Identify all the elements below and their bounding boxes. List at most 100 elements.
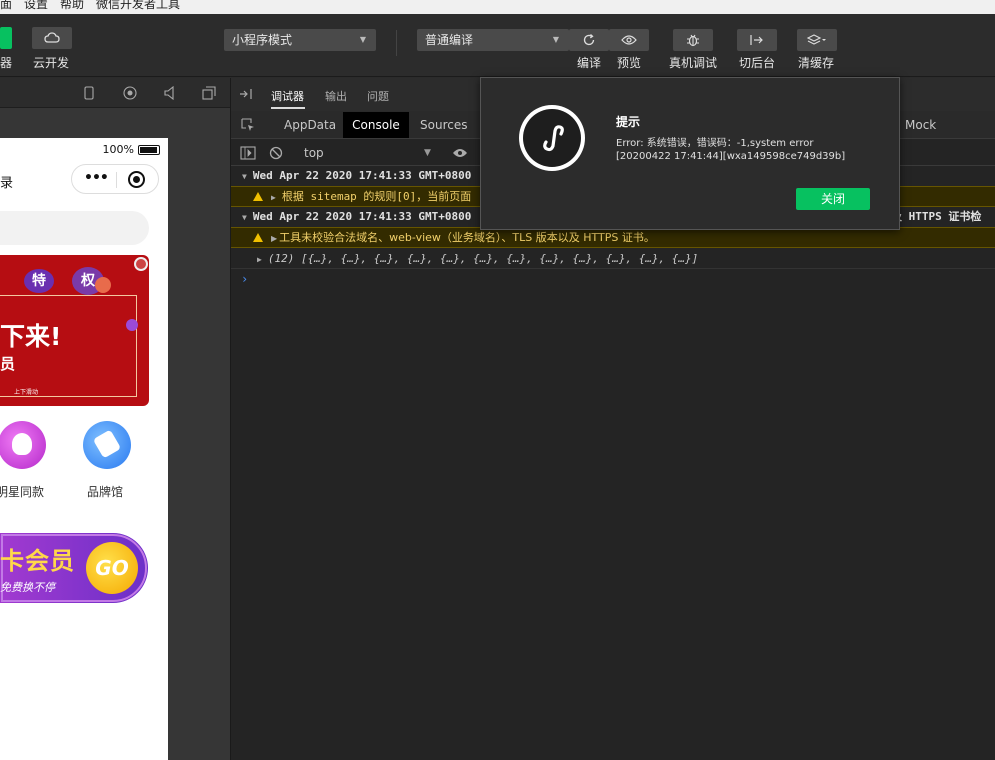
go-button[interactable]: GO xyxy=(86,542,138,594)
close-miniprogram-icon[interactable] xyxy=(128,171,145,188)
chevron-down-icon[interactable]: ▼ xyxy=(424,148,431,158)
inspect-icon[interactable] xyxy=(241,118,255,132)
dock-icon[interactable] xyxy=(239,88,253,100)
expand-triangle-icon[interactable]: ▶ xyxy=(257,255,262,264)
banner-subline: 员 xyxy=(0,355,16,373)
tab-output[interactable]: 输出 xyxy=(325,88,347,104)
expand-triangle-icon[interactable]: ▶ xyxy=(271,234,277,243)
menu-bar: 面 设置 帮助 微信开发者工具 xyxy=(0,0,995,14)
tab-appdata[interactable]: AppData xyxy=(284,118,336,132)
nav-title: 录 xyxy=(0,176,14,191)
more-icon[interactable]: ••• xyxy=(84,170,109,186)
sidebar-toggle-icon[interactable] xyxy=(240,146,256,160)
mode-select-value: 小程序模式 xyxy=(232,33,293,47)
preview-button[interactable] xyxy=(609,29,649,51)
cloud-dev-label: 云开发 xyxy=(33,56,70,70)
warning-icon xyxy=(253,233,263,242)
banner-tag-te: 特 xyxy=(24,269,54,293)
clear-cache-button[interactable] xyxy=(797,29,837,51)
devtools-window: 面 设置 帮助 微信开发者工具 器 云开发 小程序模式 ▼ 普通编译 ▼ 编译 … xyxy=(0,0,995,760)
clear-cache-label: 清缓存 xyxy=(798,56,835,70)
clear-console-icon[interactable] xyxy=(269,146,283,160)
error-dialog: 提示 Error: 系统错误，错误码：-1,system error [2020… xyxy=(480,77,900,230)
badge-icon xyxy=(12,433,32,455)
log-text: 根据 sitemap 的规则[0]，当前页面 xyxy=(281,190,472,203)
cloud-icon xyxy=(44,32,60,43)
log-warning[interactable]: ▶ 工具未校验合法域名、web-view（业务域名）、TLS 版本以及 HTTPS… xyxy=(231,227,995,248)
menu-item-devtools[interactable]: 微信开发者工具 xyxy=(96,0,180,12)
active-tab-indicator xyxy=(271,107,305,109)
collapse-triangle-icon[interactable]: ▼ xyxy=(242,213,247,222)
compile-label: 编译 xyxy=(577,56,602,70)
compile-button[interactable] xyxy=(569,29,609,51)
log-text: Wed Apr 22 2020 17:41:33 GMT+0800 xyxy=(252,210,472,223)
simulator-toggle-button[interactable] xyxy=(0,27,12,49)
promo-banner[interactable]: 特 权 下来! 员 上下滑动 xyxy=(0,255,149,406)
record-icon[interactable] xyxy=(123,86,137,100)
brand-hall-icon[interactable] xyxy=(83,421,131,469)
toolbar: 器 云开发 小程序模式 ▼ 普通编译 ▼ 编译 预览 真机调试 切后台 清缓存 xyxy=(0,14,995,77)
tab-issues[interactable]: 问题 xyxy=(367,88,389,104)
member-title: 卡会员 xyxy=(0,547,75,575)
compile-select-value: 普通编译 xyxy=(425,33,474,47)
preview-label: 预览 xyxy=(617,56,642,70)
member-banner[interactable]: 卡会员 免费换不停 GO xyxy=(0,533,148,603)
decoration-ball-icon xyxy=(134,257,148,271)
battery-percentage: 100% xyxy=(102,143,134,156)
miniprogram-logo xyxy=(519,105,585,171)
brand-hall-label: 品牌馆 xyxy=(87,485,124,499)
menu-item-help[interactable]: 帮助 xyxy=(60,0,84,12)
log-text-overflow: 及 HTTPS 证书检 xyxy=(891,210,982,223)
live-expression-eye-icon[interactable] xyxy=(452,148,468,158)
volume-icon[interactable] xyxy=(164,86,176,100)
banner-hint: 上下滑动 xyxy=(14,389,39,396)
mode-select[interactable]: 小程序模式 ▼ xyxy=(224,29,376,51)
simulator-toggle-label: 器 xyxy=(0,56,13,70)
log-text: 工具未校验合法域名、web-view（业务域名）、TLS 版本以及 HTTPS … xyxy=(279,231,655,244)
simulator-toolbar xyxy=(0,78,230,108)
menu-item-view[interactable]: 面 xyxy=(0,0,12,12)
console-prompt-icon[interactable]: › xyxy=(241,272,248,286)
warning-icon xyxy=(253,192,263,201)
close-button[interactable]: 关闭 xyxy=(796,188,870,210)
dialog-title: 提示 xyxy=(616,115,641,129)
context-select-value[interactable]: top xyxy=(304,146,324,160)
compile-select[interactable]: 普通编译 ▼ xyxy=(417,29,569,51)
tab-sources[interactable]: Sources xyxy=(420,118,467,132)
background-button[interactable] xyxy=(737,29,777,51)
log-text: Wed Apr 22 2020 17:41:33 GMT+0800 xyxy=(252,169,472,182)
search-input[interactable] xyxy=(0,211,149,245)
chevron-down-icon: ▼ xyxy=(552,35,559,44)
status-bar: 100% xyxy=(103,143,160,156)
tab-debugger[interactable]: 调试器 xyxy=(271,88,304,104)
banner-headline: 下来! xyxy=(0,322,62,351)
chevron-down-icon: ▼ xyxy=(359,35,366,44)
remote-debug-button[interactable] xyxy=(673,29,713,51)
remote-debug-label: 真机调试 xyxy=(669,56,718,70)
phone-icon[interactable] xyxy=(84,86,94,100)
console-output: ▼ Wed Apr 22 2020 17:41:33 GMT+0800 ▶ 根据 s… xyxy=(231,166,995,760)
toolbar-divider xyxy=(396,30,397,56)
dialog-message: Error: 系统错误，错误码：-1,system error xyxy=(616,138,814,149)
member-subtitle: 免费换不停 xyxy=(0,581,55,594)
expand-triangle-icon[interactable]: ▶ xyxy=(271,193,276,202)
menu-item-settings[interactable]: 设置 xyxy=(24,0,48,12)
dialog-meta: [20200422 17:41:44][wxa149598ce749d39b] xyxy=(616,151,846,162)
log-text: (12) [{…}, {…}, {…}, {…}, {…}, {…}, {…},… xyxy=(267,252,699,265)
bug-icon xyxy=(687,34,699,47)
phone-screen: 100% 录 ••• 特 权 下来! 员 上下滑动 明星同款 品牌馆 卡会员 免… xyxy=(0,138,168,760)
log-array[interactable]: ▶ (12) [{…}, {…}, {…}, {…}, {…}, {…}, {…}… xyxy=(231,248,995,269)
collapse-triangle-icon[interactable]: ▼ xyxy=(242,172,247,181)
tab-console[interactable]: Console xyxy=(343,112,409,138)
popout-icon[interactable] xyxy=(202,86,216,100)
tag-icon xyxy=(92,429,122,459)
switch-background-icon xyxy=(750,35,763,45)
cloud-dev-button[interactable] xyxy=(32,27,72,49)
eye-icon xyxy=(621,35,637,45)
battery-icon xyxy=(138,144,160,155)
capsule-menu[interactable]: ••• xyxy=(71,164,159,194)
tab-mock[interactable]: Mock xyxy=(905,118,936,132)
celebrity-style-icon[interactable] xyxy=(0,421,46,469)
decoration-ball-icon xyxy=(95,277,111,293)
refresh-icon xyxy=(583,34,595,46)
